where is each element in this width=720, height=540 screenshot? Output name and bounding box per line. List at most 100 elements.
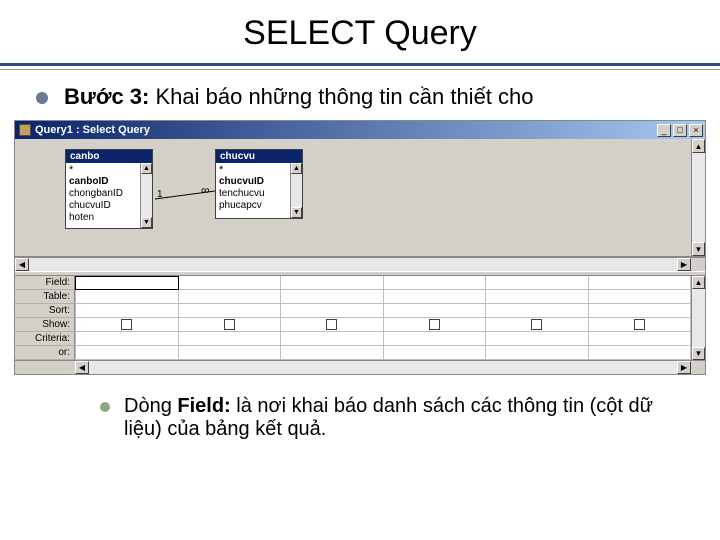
grid-cell[interactable] (384, 290, 487, 304)
table-chucvu[interactable]: chucvu * chucvuID tenchucvu phucapcv ▲ ▼ (215, 149, 303, 219)
minimize-button[interactable]: _ (657, 124, 671, 137)
label-field: Field: (15, 276, 74, 290)
scroll-up-icon[interactable]: ▲ (692, 139, 705, 153)
relation-one-label: 1 (157, 189, 163, 200)
show-checkbox[interactable] (281, 318, 384, 332)
scroll-down-icon[interactable]: ▼ (141, 217, 152, 228)
grid-cell[interactable] (486, 290, 589, 304)
grid-cell[interactable] (179, 332, 282, 346)
scroll-up-icon[interactable]: ▲ (141, 163, 152, 174)
title-rule-1 (0, 63, 720, 66)
sub-bullet-text: Dòng Field: là nơi khai báo danh sách cá… (124, 395, 690, 441)
table-chucvu-header: chucvu (216, 150, 302, 163)
grid-cell[interactable] (281, 332, 384, 346)
label-sort: Sort: (15, 304, 74, 318)
grid-cell[interactable] (179, 346, 282, 360)
upper-hscrollbar[interactable]: ◀ ▶ (15, 258, 691, 271)
grid-row-sort (75, 304, 691, 318)
step-3-text: Bước 3: Khai báo những thông tin cần thi… (64, 84, 534, 110)
scroll-right-icon[interactable]: ▶ (677, 258, 691, 271)
grid-cell[interactable] (384, 332, 487, 346)
maximize-button[interactable]: □ (673, 124, 687, 137)
table-canbo-fields[interactable]: * canboID chongbanID chucvuID hoten (66, 163, 140, 228)
bullet-icon (36, 92, 48, 104)
show-checkbox[interactable] (75, 318, 179, 332)
show-checkbox[interactable] (486, 318, 589, 332)
show-checkbox[interactable] (589, 318, 692, 332)
grid-row-show (75, 318, 691, 332)
scroll-up-icon[interactable]: ▲ (692, 276, 705, 289)
relation-many-label: ∞ (201, 183, 210, 197)
grid-hscrollbar[interactable]: ◀ ▶ (75, 361, 691, 374)
field-canboID[interactable]: canboID (69, 176, 137, 188)
grid-cell[interactable] (384, 276, 487, 290)
table-canbo[interactable]: canbo * canboID chongbanID chucvuID hote… (65, 149, 153, 229)
grid-hscroll-row: ◀ ▶ (15, 360, 705, 374)
show-checkbox[interactable] (179, 318, 282, 332)
scroll-down-icon[interactable]: ▼ (692, 347, 705, 360)
scroll-track[interactable] (692, 153, 705, 242)
diagram-area[interactable]: canbo * canboID chongbanID chucvuID hote… (15, 139, 691, 256)
grid-row-table (75, 290, 691, 304)
field-chucvuID[interactable]: chucvuID (219, 176, 287, 188)
grid-cell[interactable] (486, 346, 589, 360)
field-hoten[interactable]: hoten (69, 212, 137, 224)
grid-cell[interactable] (75, 304, 179, 318)
upper-vscrollbar[interactable]: ▲ ▼ (691, 139, 705, 256)
field-tenchucvu[interactable]: tenchucvu (219, 188, 287, 200)
grid-cell[interactable] (589, 276, 692, 290)
grid-cell[interactable] (486, 304, 589, 318)
grid-cell[interactable] (179, 290, 282, 304)
scroll-down-icon[interactable]: ▼ (692, 242, 705, 256)
field-phucapcv[interactable]: phucapcv (219, 200, 287, 212)
grid-cell[interactable] (179, 304, 282, 318)
sub-label: Field: (177, 395, 230, 417)
grid-cell[interactable] (281, 304, 384, 318)
grid-cell[interactable] (75, 332, 179, 346)
grid-cell[interactable] (281, 276, 384, 290)
scroll-left-icon[interactable]: ◀ (15, 258, 29, 271)
grid-cell[interactable] (589, 346, 692, 360)
field-star[interactable]: * (219, 164, 287, 176)
label-criteria: Criteria: (15, 332, 74, 346)
grid-cell[interactable] (281, 346, 384, 360)
titlebar[interactable]: Query1 : Select Query _ □ × (15, 121, 705, 139)
grid-cell[interactable] (589, 332, 692, 346)
grid-cell[interactable] (384, 346, 487, 360)
scroll-up-icon[interactable]: ▲ (291, 163, 302, 174)
grid-cell[interactable] (281, 290, 384, 304)
grid-corner-left (15, 361, 75, 374)
scroll-track[interactable] (29, 258, 677, 271)
field-chongbanID[interactable]: chongbanID (69, 188, 137, 200)
scroll-corner (691, 258, 705, 271)
sub-bullet-row: Dòng Field: là nơi khai báo danh sách cá… (0, 383, 720, 447)
scroll-left-icon[interactable]: ◀ (75, 361, 89, 374)
grid-cell[interactable] (179, 276, 282, 290)
grid-cell[interactable] (589, 290, 692, 304)
query-designer-window: Query1 : Select Query _ □ × canbo * canb… (14, 120, 706, 375)
window-title: Query1 : Select Query (35, 124, 657, 136)
grid-vscrollbar[interactable]: ▲ ▼ (691, 276, 705, 360)
grid-cell[interactable] (75, 346, 179, 360)
grid-cell[interactable] (486, 332, 589, 346)
show-checkbox[interactable] (384, 318, 487, 332)
grid-cell[interactable] (75, 290, 179, 304)
scroll-down-icon[interactable]: ▼ (291, 207, 302, 218)
table-canbo-header: canbo (66, 150, 152, 163)
close-button[interactable]: × (689, 124, 703, 137)
scroll-track[interactable] (89, 361, 677, 374)
scroll-right-icon[interactable]: ▶ (677, 361, 691, 374)
step-3-label: Bước 3: (64, 84, 149, 109)
grid-cell[interactable] (384, 304, 487, 318)
scroll-track[interactable] (141, 174, 152, 217)
scroll-track[interactable] (692, 289, 705, 347)
table-canbo-scrollbar[interactable]: ▲ ▼ (140, 163, 152, 228)
field-star[interactable]: * (69, 164, 137, 176)
grid-cell[interactable] (486, 276, 589, 290)
table-chucvu-scrollbar[interactable]: ▲ ▼ (290, 163, 302, 218)
grid-cell[interactable] (589, 304, 692, 318)
table-chucvu-fields[interactable]: * chucvuID tenchucvu phucapcv (216, 163, 290, 218)
scroll-track[interactable] (291, 174, 302, 207)
field-chucvuID[interactable]: chucvuID (69, 200, 137, 212)
grid-cell[interactable] (75, 276, 179, 290)
